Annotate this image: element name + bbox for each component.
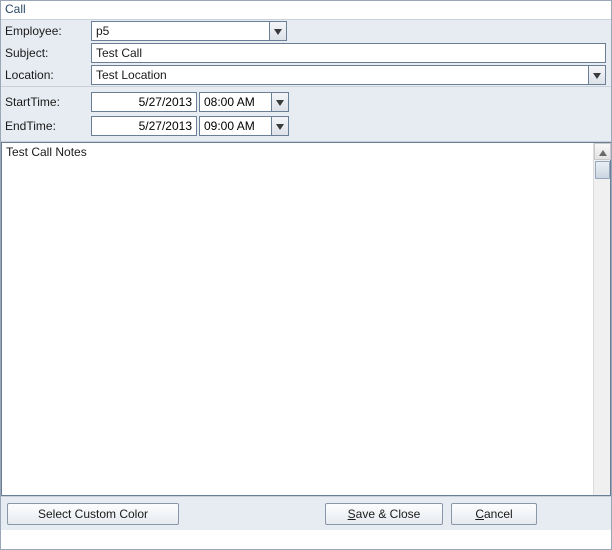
end-time-field[interactable] xyxy=(199,116,271,136)
location-dropdown-button[interactable] xyxy=(588,65,606,85)
chevron-down-icon xyxy=(276,119,284,133)
chevron-down-icon xyxy=(274,24,282,38)
datetime-panel: StartTime: EndTime: xyxy=(1,87,611,142)
endtime-label: EndTime: xyxy=(1,119,91,133)
call-dialog: Call Employee: Subject: Location: xyxy=(0,0,612,550)
start-time-dropdown-button[interactable] xyxy=(271,92,289,112)
select-custom-color-button[interactable]: Select Custom Color xyxy=(7,503,179,525)
window-title: Call xyxy=(1,1,611,19)
employee-field[interactable] xyxy=(91,21,269,41)
chevron-down-icon xyxy=(593,68,601,82)
starttime-label: StartTime: xyxy=(1,95,91,109)
location-label: Location: xyxy=(1,68,91,82)
employee-dropdown-button[interactable] xyxy=(269,21,287,41)
cancel-button[interactable]: Cancel xyxy=(451,503,537,525)
end-time-dropdown-button[interactable] xyxy=(271,116,289,136)
save-and-close-button[interactable]: Save & Close xyxy=(325,503,443,525)
header-fields-panel: Employee: Subject: Location: xyxy=(1,19,611,87)
location-combo[interactable] xyxy=(91,65,606,85)
start-time-combo[interactable] xyxy=(199,92,289,112)
save-accesskey: S xyxy=(348,507,356,521)
notes-textarea[interactable] xyxy=(2,143,593,495)
employee-label: Employee: xyxy=(1,24,91,38)
notes-scrollbar[interactable] xyxy=(593,143,610,495)
scroll-up-button[interactable] xyxy=(594,143,611,160)
end-date-field[interactable] xyxy=(91,116,197,136)
start-time-field[interactable] xyxy=(199,92,271,112)
notes-panel xyxy=(1,142,611,496)
cancel-accesskey: C xyxy=(475,507,484,521)
scroll-thumb[interactable] xyxy=(595,161,610,179)
chevron-down-icon xyxy=(276,95,284,109)
subject-field[interactable] xyxy=(91,43,606,63)
start-date-field[interactable] xyxy=(91,92,197,112)
employee-combo[interactable] xyxy=(91,21,287,41)
save-rest: ave & Close xyxy=(356,507,421,521)
button-bar: Select Custom Color Save & Close Cancel xyxy=(1,496,611,530)
location-field[interactable] xyxy=(91,65,588,85)
end-time-combo[interactable] xyxy=(199,116,289,136)
subject-label: Subject: xyxy=(1,46,91,60)
chevron-up-icon xyxy=(599,145,607,159)
cancel-rest: ancel xyxy=(484,507,513,521)
